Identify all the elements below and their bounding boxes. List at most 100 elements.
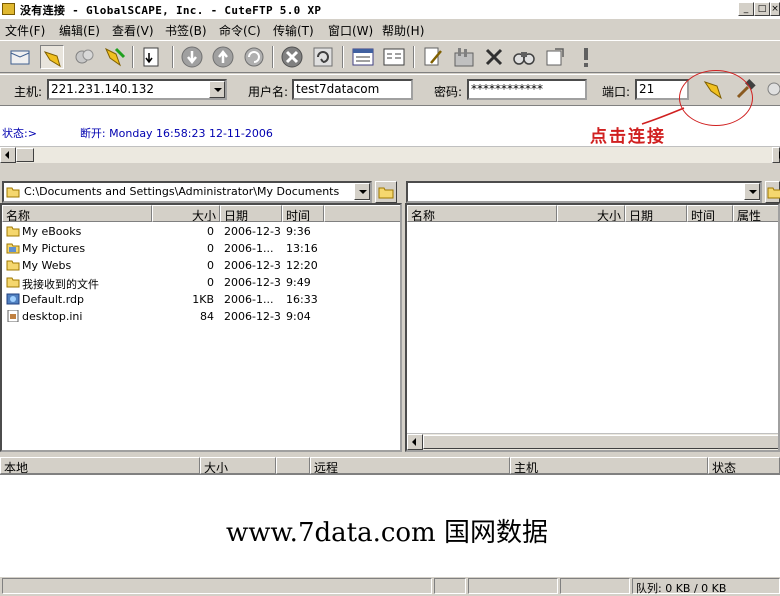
file-date: 2006-12-3 (224, 276, 280, 289)
file-size: 1KB (192, 293, 214, 306)
file-time: 13:16 (286, 242, 318, 255)
menu-file[interactable]: 文件(F) (5, 22, 45, 39)
log-horizontal-scrollbar[interactable] (0, 146, 780, 163)
download-icon[interactable] (180, 45, 204, 69)
properties-icon[interactable] (452, 45, 476, 69)
menu-edit[interactable]: 编辑(E) (59, 22, 100, 39)
binoculars-icon[interactable] (512, 45, 536, 69)
file-row[interactable]: My eBooks 0 2006-12-3 9:36 (2, 223, 394, 240)
local-path-text: C:\Documents and Settings\Administrator\… (24, 185, 340, 198)
menu-transfer[interactable]: 传输(T) (273, 22, 314, 39)
folder-icon (6, 187, 20, 198)
file-row[interactable]: Default.rdp 1KB 2006-1... 16:33 (2, 291, 394, 308)
local-col-time[interactable]: 时间 (282, 205, 324, 222)
menu-commands[interactable]: 命令(C) (219, 22, 261, 39)
disconnect-icon[interactable] (102, 45, 126, 69)
quick-connect-icon[interactable] (40, 45, 64, 69)
file-size: 84 (200, 310, 214, 323)
remote-file-pane[interactable]: 名称 大小 日期 时间 属性 (405, 203, 780, 452)
reconnect-icon[interactable] (72, 45, 96, 69)
view-list-icon[interactable] (351, 45, 375, 69)
remote-horizontal-scrollbar[interactable] (407, 433, 778, 450)
folder-icon (6, 226, 20, 237)
username-field[interactable]: test7datacom (292, 79, 413, 100)
window-title: 没有连接 - GlobalSCAPE, Inc. - CuteFTP 5.0 X… (20, 4, 322, 17)
app-icon (2, 3, 15, 15)
folder-icon (6, 260, 20, 271)
local-col-date[interactable]: 日期 (220, 205, 282, 222)
watermark-text: www.7data.com 国网数据 (226, 518, 548, 548)
file-size: 0 (207, 276, 214, 289)
local-col-name[interactable]: 名称 (2, 205, 152, 222)
refresh-icon[interactable] (311, 45, 335, 69)
site-manager-icon[interactable] (8, 45, 32, 69)
remote-col-attributes[interactable]: 属性 (733, 205, 778, 222)
upload-icon[interactable] (211, 45, 235, 69)
file-time: 16:33 (286, 293, 318, 306)
remote-col-size[interactable]: 大小 (557, 205, 625, 222)
transfer-icon[interactable] (140, 45, 164, 69)
edit-icon[interactable] (421, 45, 445, 69)
local-up-folder-button[interactable] (375, 181, 397, 203)
file-date: 2006-1... (224, 242, 274, 255)
settings-icon[interactable] (543, 45, 567, 69)
help-icon[interactable] (574, 45, 598, 69)
menu-bar: 文件(F) 编辑(E) 查看(V) 书签(B) 命令(C) 传输(T) 窗口(W… (0, 19, 780, 39)
file-row[interactable]: 我接收到的文件 0 2006-12-3 9:49 (2, 274, 394, 291)
queue-col-blank[interactable] (276, 457, 310, 474)
menu-help[interactable]: 帮助(H) (382, 22, 424, 39)
folder-icon (6, 277, 20, 288)
queue-col-size[interactable]: 大小 (200, 457, 276, 474)
ini-file-icon (7, 310, 19, 322)
file-time: 9:49 (286, 276, 311, 289)
host-label: 主机: (14, 85, 43, 99)
password-field[interactable]: ************ (467, 79, 587, 100)
file-size: 0 (207, 242, 214, 255)
scroll-left-icon[interactable] (407, 434, 423, 450)
refresh-remote-icon[interactable] (242, 45, 266, 69)
queue-col-local[interactable]: 本地 (0, 457, 200, 474)
file-row[interactable]: My Pictures 0 2006-1... 13:16 (2, 240, 394, 257)
menu-bookmarks[interactable]: 书签(B) (165, 22, 207, 39)
queue-status: 队列: 0 KB / 0 KB (632, 578, 780, 595)
file-row[interactable]: desktop.ini 84 2006-12-3 9:04 (2, 308, 394, 325)
scroll-thumb[interactable] (423, 435, 778, 449)
remote-col-time[interactable]: 时间 (687, 205, 733, 222)
file-name: My Webs (22, 259, 72, 272)
scroll-left-icon[interactable] (0, 147, 16, 163)
pane-splitter[interactable] (0, 163, 780, 178)
local-path-combo[interactable]: C:\Documents and Settings\Administrator\… (2, 181, 372, 203)
file-name: My eBooks (22, 225, 82, 238)
remote-col-name[interactable]: 名称 (407, 205, 557, 222)
remote-up-folder-button[interactable] (765, 181, 780, 203)
maximize-button[interactable]: □ (754, 2, 770, 16)
close-button[interactable]: × (770, 2, 780, 16)
host-field[interactable]: 221.231.140.132 (47, 79, 227, 100)
remote-path-dropdown-arrow[interactable] (744, 183, 760, 200)
local-path-dropdown-arrow[interactable] (354, 183, 370, 200)
host-value: 221.231.140.132 (51, 82, 155, 96)
minimize-button[interactable]: _ (738, 2, 754, 16)
menu-window[interactable]: 窗口(W) (328, 22, 373, 39)
stop-icon[interactable] (280, 45, 304, 69)
file-row[interactable]: My Webs 0 2006-12-3 12:20 (2, 257, 394, 274)
remote-col-date[interactable]: 日期 (625, 205, 687, 222)
scroll-thumb[interactable] (16, 148, 34, 162)
file-time: 9:04 (286, 310, 311, 323)
file-name: desktop.ini (22, 310, 83, 323)
queue-col-status[interactable]: 状态 (708, 457, 780, 474)
file-date: 2006-12-3 (224, 310, 280, 323)
local-col-size[interactable]: 大小 (152, 205, 220, 222)
menu-view[interactable]: 查看(V) (112, 22, 154, 39)
queue-col-host[interactable]: 主机 (510, 457, 708, 474)
host-dropdown-arrow[interactable] (209, 81, 225, 98)
extra-icon[interactable] (764, 77, 780, 101)
local-col-filler (324, 205, 400, 222)
queue-col-remote[interactable]: 远程 (310, 457, 510, 474)
scroll-right-icon[interactable] (772, 147, 780, 163)
delete-icon[interactable] (482, 45, 506, 69)
local-file-pane[interactable]: 名称 大小 日期 时间 My eBooks 0 2006-12-3 9:36 M… (0, 203, 402, 452)
queue-header: 本地 大小 远程 主机 状态 (0, 457, 780, 474)
remote-path-combo[interactable] (406, 181, 762, 203)
view-detail-icon[interactable] (382, 45, 406, 69)
